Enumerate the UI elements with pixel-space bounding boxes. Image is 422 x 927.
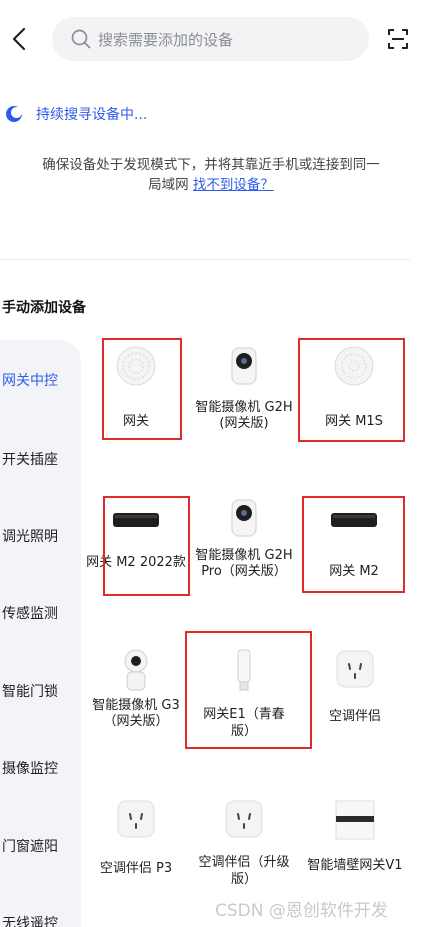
device-wall-gateway-v1[interactable]: 智能墙壁网关V1: [305, 799, 405, 874]
watermark: CSDN @恩创软件开发: [215, 901, 388, 921]
divider: [0, 259, 410, 260]
hint-line-2: 局域网: [148, 177, 193, 193]
sidebar-item-gateway[interactable]: 网关中控: [2, 370, 58, 390]
search-input[interactable]: 搜索需要添加的设备: [52, 17, 369, 61]
device-name: 智能摄像机 G3（网关版）: [92, 698, 180, 729]
section-title: 手动添加设备: [2, 300, 86, 316]
search-placeholder: 搜索需要添加的设备: [98, 30, 234, 49]
sidebar-item-camera[interactable]: 摄像监控: [2, 758, 58, 778]
sidebar-item-sensor[interactable]: 传感监测: [2, 603, 58, 623]
device-name: 智能摄像机 G2H Pro（网关版）: [195, 548, 293, 579]
hint-line-1: 确保设备处于发现模式下，并将其靠近手机或连接到同一: [42, 157, 380, 173]
highlight-box: [185, 631, 312, 749]
sidebar-item-smart-lock[interactable]: 智能门锁: [2, 681, 58, 701]
device-ac-companion-p3[interactable]: 空调伴侣 P3: [86, 799, 186, 877]
device-name: 空调伴侣 P3: [99, 861, 173, 876]
loading-spinner-icon: [6, 106, 22, 122]
ac-plug-icon: [225, 800, 263, 838]
camera-g2h-pro-icon: [231, 499, 257, 537]
search-status: 持续搜寻设备中...: [4, 103, 147, 125]
sidebar-item-switch-socket[interactable]: 开关插座: [2, 449, 58, 469]
search-icon: [71, 29, 91, 49]
highlight-box: [103, 496, 190, 596]
discovery-hint: 确保设备处于发现模式下，并将其靠近手机或连接到同一 局域网 找不到设备？: [0, 155, 422, 195]
device-name: 空调伴侣: [328, 709, 381, 724]
highlight-box: [102, 338, 182, 440]
sidebar-item-remote[interactable]: 无线遥控: [2, 913, 58, 927]
highlight-box: [298, 338, 405, 442]
camera-g3-icon: [124, 649, 148, 691]
scan-icon[interactable]: [386, 27, 410, 51]
wall-gateway-icon: [335, 800, 375, 840]
ac-plug-icon: [336, 650, 374, 688]
camera-g2h-icon: [231, 347, 257, 385]
device-ac-companion-upgrade[interactable]: 空调伴侣（升级版）: [194, 799, 294, 888]
device-name: 智能摄像机 G2H (网关版): [195, 400, 293, 431]
device-name: 智能墙壁网关V1: [307, 858, 403, 873]
device-camera-g2h[interactable]: 智能摄像机 G2H (网关版): [194, 346, 294, 432]
device-ac-companion[interactable]: 空调伴侣: [305, 649, 405, 725]
sidebar-item-curtain[interactable]: 门窗遮阳: [2, 836, 58, 856]
device-name: 空调伴侣（升级版）: [198, 855, 290, 887]
highlight-box: [302, 496, 405, 593]
device-camera-g2h-pro[interactable]: 智能摄像机 G2H Pro（网关版）: [194, 498, 294, 580]
back-arrow-icon[interactable]: [8, 24, 32, 54]
cannot-find-device-link[interactable]: 找不到设备？: [193, 177, 274, 193]
sidebar-item-lighting[interactable]: 调光照明: [2, 526, 58, 546]
top-bar: 搜索需要添加的设备: [0, 0, 422, 80]
device-camera-g3[interactable]: 智能摄像机 G3（网关版）: [86, 648, 186, 730]
search-status-text: 持续搜寻设备中...: [36, 107, 148, 123]
ac-plug-icon: [117, 800, 155, 838]
